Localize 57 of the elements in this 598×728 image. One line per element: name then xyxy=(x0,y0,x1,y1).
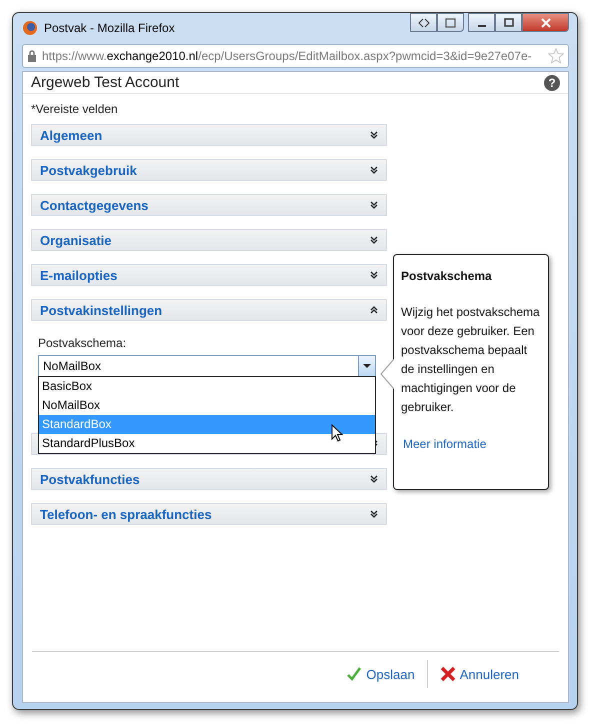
close-button[interactable] xyxy=(522,13,569,32)
section-title: Telefoon- en spraakfuncties xyxy=(40,506,212,522)
tabs-button[interactable] xyxy=(410,13,437,32)
cursor-icon xyxy=(331,424,343,442)
tooltip-title: Postvakschema xyxy=(401,269,493,283)
chevron-icon xyxy=(370,131,378,139)
minimize-icon xyxy=(478,24,486,26)
dropdown-option[interactable]: NoMailBox xyxy=(39,396,375,415)
share-button[interactable] xyxy=(437,13,464,32)
minimize-button[interactable] xyxy=(468,13,495,32)
section-header[interactable]: Postvakgebruik xyxy=(31,159,387,181)
chevron-icon xyxy=(370,166,378,174)
chevron-icon xyxy=(370,271,378,279)
close-icon xyxy=(540,18,552,28)
window-title: Postvak - Mozilla Firefox xyxy=(44,20,176,34)
double-arrow-icon xyxy=(418,18,430,28)
section-header[interactable]: Telefoon- en spraakfuncties xyxy=(31,503,387,525)
section-header[interactable]: Organisatie xyxy=(31,229,387,251)
star-icon[interactable] xyxy=(548,48,564,64)
chevron-icon xyxy=(370,306,378,314)
maximize-button[interactable] xyxy=(495,13,522,32)
save-button[interactable]: Opslaan xyxy=(346,664,415,684)
section-header[interactable]: Postvakfuncties xyxy=(31,468,387,490)
chevron-icon xyxy=(370,236,378,244)
chevron-icon xyxy=(370,475,378,483)
section-title: Organisatie xyxy=(40,232,112,248)
dropdown-arrow-icon xyxy=(363,364,371,368)
required-note: *Vereiste velden xyxy=(31,102,119,116)
section-title: Contactgegevens xyxy=(40,198,148,212)
tooltip-text: Wijzig het postvakschema voor deze gebruiker. Een postvakschema bepaalt de instellingen en machtigingen voor de gebruiker. xyxy=(401,304,540,416)
help-icon[interactable]: ? xyxy=(544,74,560,90)
maximize-icon xyxy=(502,18,514,28)
cross-icon xyxy=(440,666,456,682)
chevron-icon xyxy=(370,510,378,518)
cancel-button[interactable]: Annuleren xyxy=(440,664,519,684)
section-title: Postvakfuncties xyxy=(40,472,140,486)
section-header[interactable]: Algemeen xyxy=(31,124,387,146)
address-bar[interactable]: https://www.exchange2010.nl/ecp/UsersGroups/EditMailbox.aspx?pwmcid=3&id=9e27e07e- xyxy=(22,44,569,68)
section-header[interactable]: Postvakinstellingen xyxy=(31,299,387,321)
section-header[interactable]: E-mailopties xyxy=(31,264,387,286)
checkmark-icon xyxy=(346,666,362,682)
url-text: https://www.exchange2010.nl/ecp/UsersGroups/EditMailbox.aspx?pwmcid=3&id=9e27e07e- xyxy=(42,49,533,63)
field-label: Postvakschema: xyxy=(38,336,126,350)
section-title: Algemeen xyxy=(40,128,102,142)
section-title: Postvakinstellingen xyxy=(40,302,162,318)
dropdown-option[interactable]: StandardBox xyxy=(39,415,375,434)
section-title: Postvakgebruik xyxy=(40,162,137,178)
globe-icon xyxy=(22,20,38,36)
dropdown-option[interactable]: StandardPlusBox xyxy=(39,434,375,453)
more-info-link[interactable]: Meer informatie xyxy=(403,437,486,451)
dropdown-option[interactable]: BasicBox xyxy=(39,377,375,396)
page-title: Argeweb Test Account xyxy=(31,74,180,91)
section-title: E-mailopties xyxy=(40,268,118,282)
chevron-icon xyxy=(370,201,378,209)
section-header[interactable]: Contactgegevens xyxy=(31,194,387,216)
lock-icon xyxy=(27,50,37,62)
square-icon xyxy=(444,18,456,28)
